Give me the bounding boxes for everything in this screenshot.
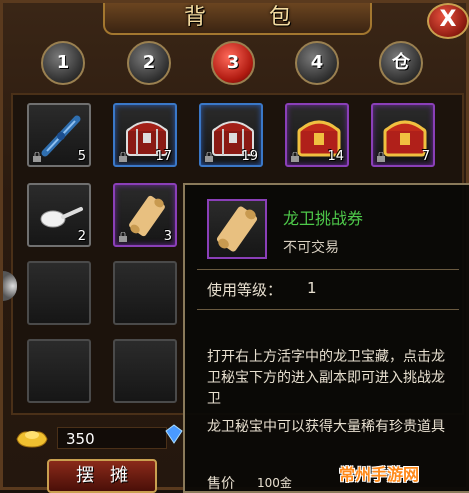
empty-slot[interactable] xyxy=(113,261,177,325)
bag-tabs: 1 2 3 4 仓 xyxy=(3,37,469,89)
close-button[interactable]: X xyxy=(427,3,469,39)
tab-bag-3[interactable]: 3 xyxy=(211,41,255,85)
gold-currency: 350 xyxy=(11,421,181,453)
tooltip-trade-status: 不可交易 xyxy=(283,240,339,256)
parchment-scroll-icon xyxy=(216,206,258,252)
inventory-slot[interactable]: 5 xyxy=(27,103,91,167)
lock-icon xyxy=(291,152,299,162)
watermark-text: 常州手游网 xyxy=(339,465,420,484)
inventory-slot[interactable]: 14 xyxy=(285,103,349,167)
tooltip-item-slot xyxy=(207,199,267,259)
inventory-slot[interactable]: 3 xyxy=(113,183,177,247)
empty-slot[interactable] xyxy=(27,261,91,325)
window-title: 背 包 xyxy=(184,5,319,30)
tooltip-level-label: 使用等级： xyxy=(207,281,283,299)
inventory-slot[interactable]: 2 xyxy=(27,183,91,247)
tooltip-divider xyxy=(197,269,459,270)
tooltip-divider xyxy=(197,309,459,310)
tab-bag-1[interactable]: 1 xyxy=(41,41,85,85)
lock-icon xyxy=(119,152,127,162)
item-quantity: 17 xyxy=(155,149,172,164)
lock-icon xyxy=(205,152,213,162)
lock-icon xyxy=(377,152,385,162)
inventory-window: 背 包 X 1 2 3 4 仓 5 17 19 14 7 2 3 龙卫挑战券 不… xyxy=(0,0,469,493)
inventory-slot[interactable]: 7 xyxy=(371,103,435,167)
tooltip-price-value: 100金 xyxy=(257,476,292,490)
empty-slot[interactable] xyxy=(27,339,91,403)
tooltip-item-name: 龙卫挑战券 xyxy=(283,209,364,228)
lock-icon xyxy=(119,232,127,242)
lock-icon xyxy=(33,152,41,162)
empty-slot[interactable] xyxy=(113,339,177,403)
tab-bag-4[interactable]: 4 xyxy=(295,41,339,85)
tab-bag-2[interactable]: 2 xyxy=(127,41,171,85)
item-tooltip: 龙卫挑战券 不可交易 使用等级： 1 打开右上方活字中的龙卫宝藏，点击龙卫秘宝下… xyxy=(183,183,469,493)
gold-ingot-icon xyxy=(16,431,48,448)
item-quantity: 7 xyxy=(421,149,430,164)
gold-amount: 350 xyxy=(57,427,167,449)
item-quantity: 2 xyxy=(77,229,86,244)
inventory-slot[interactable]: 19 xyxy=(199,103,263,167)
item-quantity: 3 xyxy=(163,229,172,244)
tooltip-price-label: 售价 xyxy=(207,476,235,492)
inventory-slot[interactable]: 17 xyxy=(113,103,177,167)
item-quantity: 5 xyxy=(77,149,86,164)
diamond-icon xyxy=(165,424,183,444)
tooltip-level-value: 1 xyxy=(307,279,317,297)
item-quantity: 19 xyxy=(241,149,258,164)
tooltip-description-2: 龙卫秘宝中可以获得大量稀有珍贵道具 xyxy=(207,419,445,435)
stall-button[interactable]: 摆摊 xyxy=(47,459,157,493)
tab-warehouse[interactable]: 仓 xyxy=(379,41,423,85)
tooltip-description: 打开右上方活字中的龙卫宝藏，点击龙卫秘宝下方的进入副本即可进入挑战龙卫 xyxy=(207,349,445,407)
title-bar: 背 包 xyxy=(103,3,372,35)
item-quantity: 14 xyxy=(327,149,344,164)
